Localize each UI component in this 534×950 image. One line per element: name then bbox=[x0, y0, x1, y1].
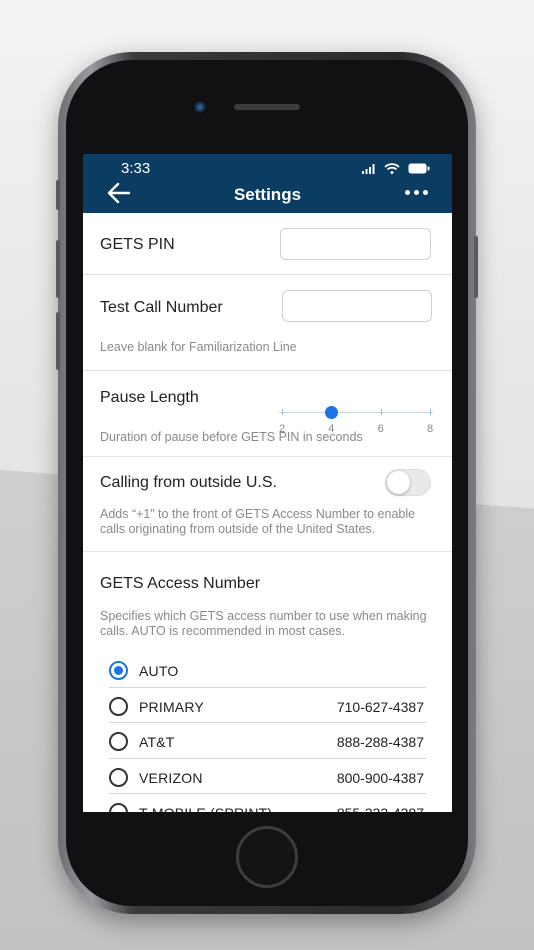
test-call-label: Test Call Number bbox=[100, 299, 223, 316]
radio-option-number: 710-627-4387 bbox=[336, 698, 424, 715]
pause-length-label: Pause Length bbox=[100, 389, 199, 406]
power-button bbox=[474, 236, 478, 298]
radio-option-number: 888-288-4387 bbox=[336, 734, 424, 750]
radio-option-label: AUTO bbox=[139, 663, 179, 679]
home-button[interactable] bbox=[236, 826, 298, 888]
gets-pin-label: GETS PIN bbox=[100, 236, 175, 253]
front-camera bbox=[193, 100, 207, 114]
mute-switch bbox=[56, 180, 60, 210]
gets-pin-input[interactable] bbox=[280, 228, 431, 260]
radio-circle-icon[interactable] bbox=[109, 732, 128, 751]
radio-circle-icon[interactable] bbox=[109, 803, 128, 812]
test-call-row: Test Call Number Leave blank for Familia… bbox=[83, 275, 452, 371]
status-icons bbox=[362, 163, 430, 174]
outside-us-row: Calling from outside U.S. Adds “+1” to t… bbox=[83, 457, 452, 552]
wifi-icon bbox=[384, 163, 400, 174]
pause-length-row: Pause Length 2468 Duration of pause befo… bbox=[83, 371, 452, 457]
radio-option-label: T-MOBILE (SPRINT) bbox=[139, 805, 272, 812]
test-call-helper: Leave blank for Familiarization Line bbox=[100, 340, 297, 354]
more-dot bbox=[405, 190, 410, 195]
status-time: 3:33 bbox=[121, 160, 151, 177]
radio-circle-icon[interactable] bbox=[109, 696, 128, 716]
outside-us-helper: Adds “+1” to the front of GETS Access Nu… bbox=[100, 507, 416, 536]
outside-us-label: Calling from outside U.S. bbox=[100, 474, 277, 491]
radio-option-label: AT&T bbox=[139, 734, 175, 750]
access-number-label: GETS Access Number bbox=[100, 575, 261, 592]
radio-option-label: VERIZON bbox=[139, 769, 203, 786]
more-dot bbox=[423, 190, 428, 195]
pause-length-helper: Duration of pause before GETS PIN in sec… bbox=[100, 430, 363, 444]
radio-option-label: PRIMARY bbox=[139, 698, 204, 715]
more-dot bbox=[414, 190, 419, 195]
slider-track bbox=[279, 412, 433, 413]
slider-tick bbox=[282, 409, 283, 415]
radio-option[interactable]: AUTO bbox=[109, 652, 426, 688]
radio-option[interactable]: VERIZON 800-900-4387 bbox=[109, 759, 426, 794]
slider-thumb[interactable] bbox=[324, 406, 338, 419]
radio-circle-icon[interactable] bbox=[109, 767, 128, 787]
top-bar: 3:33 Settings bbox=[83, 154, 452, 213]
radio-option[interactable]: PRIMARY 710-627-4387 bbox=[109, 688, 426, 723]
signal-icon bbox=[362, 163, 375, 174]
radio-option[interactable]: AT&T 888-288-4387 bbox=[109, 723, 426, 759]
page-title: Settings bbox=[233, 185, 302, 204]
access-number-options: AUTO PRIMARY 710-627-4387 AT&T 888-288-4387 V… bbox=[109, 652, 426, 812]
test-call-input[interactable] bbox=[282, 290, 432, 322]
battery-icon bbox=[408, 163, 430, 174]
pause-length-slider[interactable]: 2468 bbox=[279, 396, 433, 435]
app-screen: 3:33 Settings GETS PIN Test Call Number … bbox=[83, 154, 452, 812]
slider-tick bbox=[380, 409, 382, 415]
gets-pin-row: GETS PIN bbox=[83, 213, 452, 275]
radio-option-number: 800-900-4387 bbox=[336, 769, 424, 786]
slider-tick bbox=[430, 409, 431, 415]
radio-circle-icon[interactable] bbox=[109, 661, 128, 680]
access-number-helper: Specifies which GETS access number to us… bbox=[100, 609, 427, 638]
radio-option-number: 855-333-4387 bbox=[337, 805, 424, 812]
earpiece-speaker bbox=[234, 104, 300, 110]
volume-down-button bbox=[56, 312, 60, 370]
more-options-icon[interactable] bbox=[405, 190, 428, 195]
outside-us-toggle[interactable] bbox=[385, 469, 431, 496]
volume-up-button bbox=[56, 240, 60, 298]
toggle-knob bbox=[387, 471, 410, 494]
radio-option[interactable]: T-MOBILE (SPRINT) 855-333-4387 bbox=[109, 794, 426, 812]
